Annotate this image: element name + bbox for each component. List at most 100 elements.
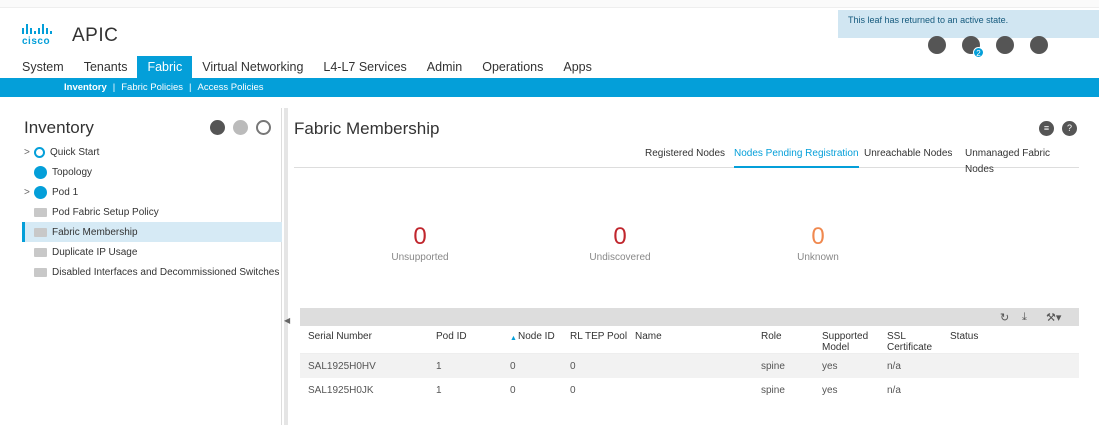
- cell-role: spine: [761, 361, 785, 372]
- download-icon[interactable]: ⤓: [1022, 311, 1027, 324]
- col-status[interactable]: Status: [950, 331, 978, 342]
- col-supported-model[interactable]: Supported Model: [822, 331, 868, 353]
- header-icons: 2: [928, 36, 1048, 58]
- cell-ssl-certificate: n/a: [887, 385, 901, 396]
- col-ssl-certificate[interactable]: SSL Certificate: [887, 331, 933, 353]
- quick-start-icon: [34, 146, 45, 158]
- tab-nodes-pending-registration[interactable]: Nodes Pending Registration: [734, 146, 859, 168]
- tree-item-duplicate-ip-usage[interactable]: Duplicate IP Usage: [24, 242, 282, 262]
- tree-item-label: Quick Start: [50, 146, 100, 158]
- tree-item-label: Duplicate IP Usage: [52, 246, 138, 258]
- stat-undiscovered[interactable]: 0 Undiscovered: [560, 222, 680, 263]
- cell-supported-model: yes: [822, 361, 838, 372]
- cell-node-id: 0: [510, 385, 516, 396]
- tree-item-label: Topology: [52, 166, 93, 178]
- subnav-fabric-policies[interactable]: Fabric Policies: [121, 82, 183, 93]
- nav-virtual-networking[interactable]: Virtual Networking: [192, 56, 313, 78]
- stat-unsupported[interactable]: 0 Unsupported: [360, 222, 480, 263]
- tree-item-topology[interactable]: Topology: [24, 162, 282, 182]
- stat-unknown[interactable]: 0 Unknown: [758, 222, 878, 263]
- membership-tabs: Registered Nodes Nodes Pending Registrat…: [294, 146, 1079, 175]
- cell-ssl-certificate: n/a: [887, 361, 901, 372]
- nav-system[interactable]: System: [12, 56, 74, 78]
- subnav-separator: |: [189, 82, 192, 93]
- alerts-icon[interactable]: 2: [962, 36, 984, 58]
- nav-apps[interactable]: Apps: [553, 56, 602, 78]
- tree-item-label: Pod Fabric Setup Policy: [52, 206, 159, 218]
- tree-item-disabled-interfaces[interactable]: Disabled Interfaces and Decommissioned S…: [24, 262, 282, 282]
- pod-icon: [34, 185, 47, 199]
- table-toolbar: ↻ ⤓ ⚒▾: [300, 308, 1079, 326]
- cell-node-id: 0: [510, 361, 516, 372]
- nav-l4-l7-services[interactable]: L4-L7 Services: [313, 56, 416, 78]
- tab-unmanaged-fabric-nodes[interactable]: Unmanaged Fabric Nodes: [965, 146, 1079, 175]
- cell-serial-number: SAL1925H0JK: [308, 385, 374, 396]
- folder-icon: [34, 248, 47, 257]
- folder-icon: [34, 268, 47, 277]
- tree-item-label: Fabric Membership: [52, 226, 138, 238]
- tree-item-label: Disabled Interfaces and Decommissioned S…: [52, 266, 280, 278]
- help-icon[interactable]: ?: [1062, 121, 1077, 136]
- table-row[interactable]: SAL1925H0HV 1 0 0 spine yes n/a: [300, 354, 1079, 378]
- subnav-separator: |: [112, 82, 116, 93]
- col-node-id[interactable]: Node ID: [518, 331, 555, 342]
- app-title: APIC: [72, 25, 119, 46]
- tab-unreachable-nodes[interactable]: Unreachable Nodes: [864, 146, 952, 168]
- refresh-icon[interactable]: ↻: [1000, 311, 1009, 324]
- nav-admin[interactable]: Admin: [417, 56, 472, 78]
- cell-pod-id: 1: [436, 361, 442, 372]
- tree-item-quick-start[interactable]: > Quick Start: [24, 142, 282, 162]
- user-icon[interactable]: [1030, 36, 1048, 54]
- col-pod-id[interactable]: Pod ID: [436, 331, 467, 342]
- col-rl-tep-pool[interactable]: RL TEP Pool: [570, 331, 627, 342]
- main-nav: System Tenants Fabric Virtual Networking…: [0, 56, 602, 78]
- chevron-right-icon[interactable]: >: [24, 147, 34, 158]
- alerts-badge: 2: [973, 47, 984, 58]
- stat-value: 0: [613, 223, 627, 250]
- tab-registered-nodes[interactable]: Registered Nodes: [645, 146, 725, 168]
- topology-icon: [34, 165, 47, 179]
- nav-operations[interactable]: Operations: [472, 56, 553, 78]
- table-header: Serial Number Pod ID ▲ Node ID RL TEP Po…: [300, 326, 1079, 354]
- tree-item-pod-1[interactable]: > Pod 1: [24, 182, 282, 202]
- tools-dropdown-icon[interactable]: ⚒▾: [1046, 311, 1061, 324]
- nodes-table: ↻ ⤓ ⚒▾ Serial Number Pod ID ▲ Node ID RL…: [300, 308, 1079, 402]
- tree-item-fabric-membership[interactable]: Fabric Membership: [22, 222, 282, 242]
- nav-tenants[interactable]: Tenants: [74, 56, 138, 78]
- notification-toast[interactable]: This leaf has returned to an active stat…: [838, 10, 1099, 38]
- tree-item-label: Pod 1: [52, 186, 79, 198]
- cell-rl-tep-pool: 0: [570, 361, 576, 372]
- tools-icon[interactable]: [996, 36, 1014, 54]
- brand-wordmark: cisco: [22, 36, 51, 47]
- search-icon[interactable]: [928, 36, 946, 54]
- subnav-inventory[interactable]: Inventory: [64, 82, 107, 93]
- stat-value: 0: [413, 223, 427, 250]
- cell-rl-tep-pool: 0: [570, 385, 576, 396]
- help-icon[interactable]: [210, 120, 225, 135]
- notes-icon[interactable]: ≡: [1039, 121, 1054, 136]
- cell-supported-model: yes: [822, 385, 838, 396]
- cell-pod-id: 1: [436, 385, 442, 396]
- inventory-tree: > Quick Start Topology > Pod 1 Pod Fabri…: [22, 142, 282, 282]
- cell-role: spine: [761, 385, 785, 396]
- inventory-panel: Inventory > Quick Start Topology > Pod 1…: [14, 108, 282, 425]
- stat-label: Undiscovered: [589, 252, 651, 263]
- refresh-icon[interactable]: [256, 120, 271, 135]
- table-row[interactable]: SAL1925H0JK 1 0 0 spine yes n/a: [300, 378, 1079, 402]
- inventory-title: Inventory: [24, 118, 94, 137]
- col-name[interactable]: Name: [635, 331, 662, 342]
- col-role[interactable]: Role: [761, 331, 782, 342]
- subnav-access-policies[interactable]: Access Policies: [197, 82, 263, 93]
- col-serial-number[interactable]: Serial Number: [308, 331, 372, 342]
- cisco-logo: cisco: [22, 22, 66, 52]
- filter-icon[interactable]: [233, 120, 248, 135]
- content-actions: ≡ ?: [1039, 121, 1077, 136]
- nav-fabric[interactable]: Fabric: [137, 56, 193, 78]
- tree-item-pod-fabric-setup-policy[interactable]: Pod Fabric Setup Policy: [24, 202, 282, 222]
- panel-splitter[interactable]: ◀: [284, 108, 290, 425]
- sub-nav: Inventory | Fabric Policies | Access Pol…: [0, 78, 1099, 97]
- stat-label: Unsupported: [391, 252, 449, 263]
- folder-icon: [34, 228, 47, 237]
- sort-asc-icon[interactable]: ▲: [510, 333, 517, 344]
- chevron-right-icon[interactable]: >: [24, 187, 34, 198]
